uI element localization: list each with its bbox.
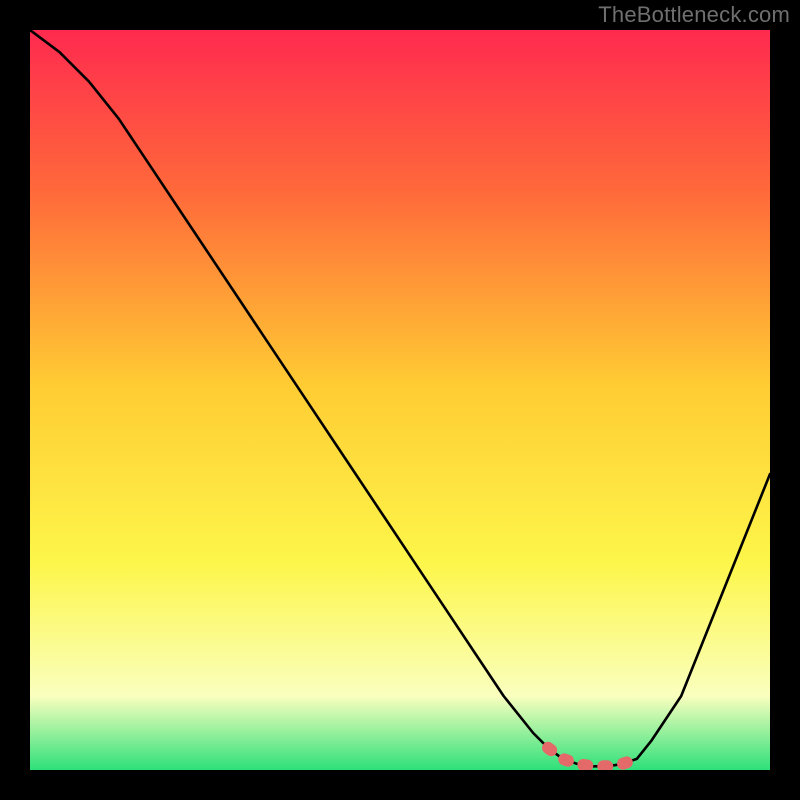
- gradient-background: [30, 30, 770, 770]
- chart-svg: [30, 30, 770, 770]
- chart-container: TheBottleneck.com: [0, 0, 800, 800]
- plot-area: [30, 30, 770, 770]
- watermark-text: TheBottleneck.com: [598, 2, 790, 28]
